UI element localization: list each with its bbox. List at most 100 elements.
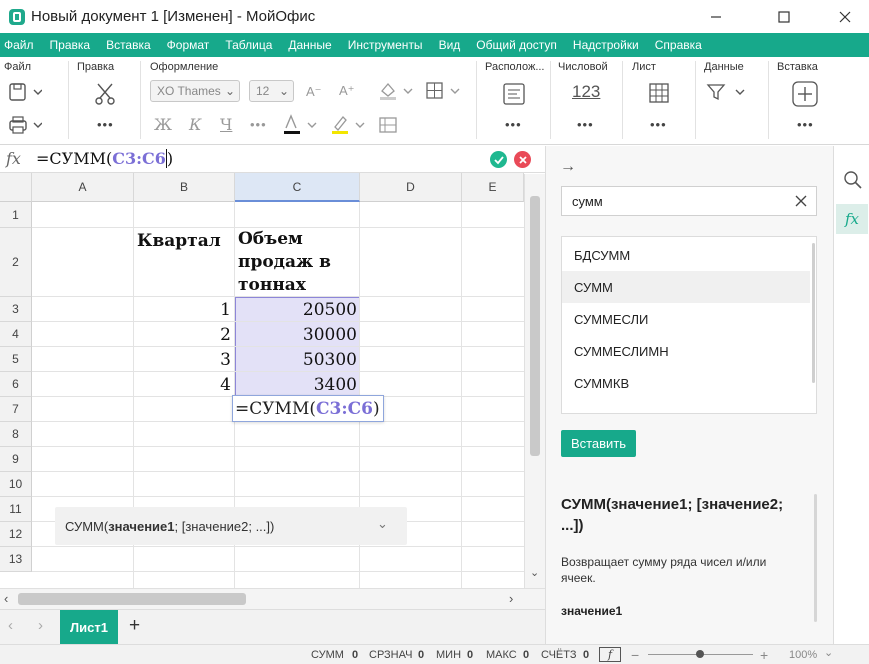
vertical-scrollbar-track[interactable]: ⌄ — [524, 174, 545, 589]
accept-formula-icon[interactable] — [490, 151, 507, 168]
horizontal-scrollbar-thumb[interactable] — [18, 593, 246, 605]
function-item[interactable]: СУММЕСЛИМН — [562, 335, 810, 367]
search-icon[interactable] — [843, 170, 863, 190]
save-icon[interactable] — [8, 81, 42, 103]
font-size-select[interactable]: 12 ⌄ — [249, 80, 294, 102]
decrease-font-icon[interactable]: A⁻ — [306, 84, 322, 100]
scroll-left-icon[interactable]: ‹ — [4, 591, 8, 606]
row-header-10[interactable]: 10 — [0, 472, 32, 497]
function-list-scrollbar[interactable] — [812, 243, 815, 383]
number-more-icon[interactable]: ••• — [577, 117, 594, 132]
minimize-button[interactable] — [693, 0, 739, 33]
chevron-down-icon[interactable]: ⌄ — [377, 516, 388, 532]
highlight-icon[interactable] — [330, 114, 366, 136]
zoom-out-icon[interactable]: − — [631, 647, 639, 663]
row-header-11[interactable]: 11 — [0, 497, 32, 522]
format-more-icon[interactable]: ••• — [250, 117, 267, 132]
cell-b5[interactable]: 3 — [134, 347, 234, 372]
cell-b3[interactable]: 1 — [134, 297, 234, 322]
menu-file[interactable]: Файл — [4, 38, 34, 52]
menu-edit[interactable]: Правка — [50, 38, 91, 52]
text-color-icon[interactable] — [282, 114, 318, 136]
italic-icon[interactable]: К — [189, 115, 201, 134]
cell-b2[interactable]: Квартал — [134, 228, 234, 254]
column-header-d[interactable]: D — [360, 173, 462, 202]
vertical-scrollbar-thumb[interactable] — [530, 196, 540, 456]
menu-view[interactable]: Вид — [439, 38, 461, 52]
prev-sheet-icon[interactable]: ‹ — [8, 617, 13, 634]
borders-icon[interactable] — [425, 81, 461, 101]
function-item[interactable]: БДСУММ — [562, 239, 810, 271]
column-header-a[interactable]: A — [32, 173, 134, 202]
print-icon[interactable] — [8, 114, 42, 136]
row-header-9[interactable]: 9 — [0, 447, 32, 472]
menu-tools[interactable]: Инструменты — [348, 38, 423, 52]
formula-input[interactable]: =СУММ(C3:C6) — [36, 149, 174, 168]
cell-c3[interactable]: 20500 — [235, 297, 360, 322]
cell-c6[interactable]: 3400 — [235, 372, 360, 397]
row-header-3[interactable]: 3 — [0, 297, 32, 322]
function-hint-popup[interactable]: СУММ(значение1; [значение2; ...]) ⌄ — [55, 507, 407, 545]
horizontal-scrollbar[interactable]: ‹ › — [0, 588, 545, 609]
maximize-button[interactable] — [761, 0, 807, 33]
status-function-icon[interactable]: f — [599, 647, 621, 662]
function-search-input[interactable]: сумм — [561, 186, 817, 216]
row-header-8[interactable]: 8 — [0, 422, 32, 447]
edit-more-icon[interactable]: ••• — [97, 117, 114, 132]
row-header-12[interactable]: 12 — [0, 522, 32, 547]
column-header-c[interactable]: C — [235, 173, 360, 202]
row-header-2[interactable]: 2 — [0, 228, 32, 297]
sheet-tab-active[interactable]: Лист1 — [60, 610, 118, 644]
increase-font-icon[interactable]: A⁺ — [339, 83, 355, 99]
zoom-value[interactable]: 100% — [789, 649, 817, 661]
row-header-1[interactable]: 1 — [0, 202, 32, 228]
underline-icon[interactable]: Ч — [220, 115, 232, 134]
sheet-grid-icon[interactable] — [647, 81, 671, 105]
scroll-down-icon[interactable]: ⌄ — [530, 566, 539, 579]
menu-data[interactable]: Данные — [288, 38, 331, 52]
clear-search-icon[interactable] — [795, 195, 807, 207]
zoom-in-icon[interactable]: + — [760, 647, 768, 663]
close-button[interactable] — [822, 0, 868, 33]
row-header-4[interactable]: 4 — [0, 322, 32, 347]
sheet-more-icon[interactable]: ••• — [650, 117, 667, 132]
menu-addons[interactable]: Надстройки — [573, 38, 639, 52]
scroll-right-icon[interactable]: › — [509, 591, 513, 606]
insert-plus-icon[interactable] — [791, 80, 819, 108]
row-header-6[interactable]: 6 — [0, 372, 32, 397]
functions-panel-icon[interactable]: fx — [836, 204, 868, 234]
cell-format-icon[interactable] — [378, 115, 398, 135]
row-header-5[interactable]: 5 — [0, 347, 32, 372]
select-all-corner[interactable] — [0, 173, 32, 202]
cell-b4[interactable]: 2 — [134, 322, 234, 347]
add-sheet-button[interactable]: + — [129, 615, 140, 637]
cell-c4[interactable]: 30000 — [235, 322, 360, 347]
align-icon[interactable] — [501, 81, 527, 107]
menu-help[interactable]: Справка — [655, 38, 702, 52]
row-header-13[interactable]: 13 — [0, 547, 32, 572]
filter-icon[interactable] — [706, 81, 746, 103]
function-item[interactable]: СУММКВ — [562, 367, 810, 399]
menu-insert[interactable]: Вставка — [106, 38, 151, 52]
cancel-formula-icon[interactable] — [514, 151, 531, 168]
cell-b6[interactable]: 4 — [134, 372, 234, 397]
menu-table[interactable]: Таблица — [225, 38, 272, 52]
insert-function-button[interactable]: Вставить — [561, 430, 636, 457]
zoom-slider-thumb[interactable] — [696, 650, 704, 658]
bold-icon[interactable]: Ж — [154, 115, 172, 134]
description-scrollbar[interactable] — [814, 494, 817, 622]
function-item[interactable]: СУММЕСЛИ — [562, 303, 810, 335]
row-header-7[interactable]: 7 — [0, 397, 32, 422]
menu-format[interactable]: Формат — [167, 38, 210, 52]
function-item-selected[interactable]: СУММ — [562, 271, 810, 303]
chevron-down-icon[interactable]: ⌄ — [824, 646, 833, 659]
menu-sharing[interactable]: Общий доступ — [476, 38, 557, 52]
next-sheet-icon[interactable]: › — [38, 617, 43, 634]
cut-icon[interactable] — [92, 81, 118, 107]
font-name-select[interactable]: XO Thames ⌄ — [150, 80, 240, 102]
arrange-more-icon[interactable]: ••• — [505, 117, 522, 132]
number-format-icon[interactable]: 123 — [572, 82, 600, 102]
cell-c5[interactable]: 50300 — [235, 347, 360, 372]
cell-c7-editor[interactable]: =СУММ(C3:C6) — [232, 395, 384, 422]
cell-c2[interactable]: Объем продаж в тоннах — [235, 228, 360, 296]
